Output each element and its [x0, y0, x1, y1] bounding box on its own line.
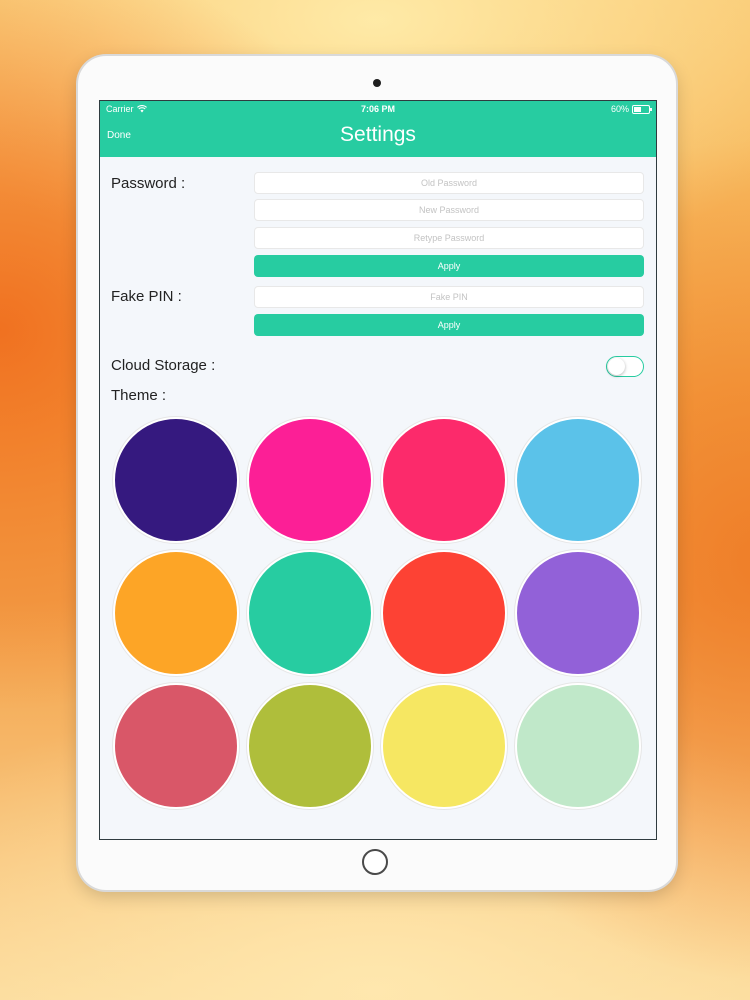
- theme-swatch-1[interactable]: [113, 417, 239, 543]
- theme-swatch-2[interactable]: [247, 417, 373, 543]
- old-password-input[interactable]: [254, 172, 644, 194]
- theme-swatch-8[interactable]: [515, 550, 641, 676]
- theme-swatch-11[interactable]: [381, 683, 507, 809]
- theme-swatch-6[interactable]: [247, 550, 373, 676]
- theme-label: Theme :: [111, 387, 167, 404]
- cloud-storage-label: Cloud Storage :: [111, 357, 216, 374]
- ipad-device: Carrier 7:06 PM 60% Done Settings Passwo…: [78, 56, 676, 890]
- theme-swatch-7[interactable]: [381, 550, 507, 676]
- retype-password-input[interactable]: [254, 227, 644, 249]
- battery-percent: 60%: [610, 104, 629, 114]
- fake-pin-label: Fake PIN :: [111, 288, 182, 305]
- theme-color-grid: [113, 417, 641, 809]
- fake-pin-apply-button[interactable]: Apply: [254, 314, 644, 336]
- page-title: Settings: [340, 123, 416, 146]
- battery-icon: [632, 104, 652, 114]
- status-battery: 60%: [610, 104, 652, 114]
- nav-bar: Carrier 7:06 PM 60% Done Settings: [100, 101, 656, 157]
- cloud-storage-toggle[interactable]: [606, 356, 644, 377]
- theme-swatch-10[interactable]: [247, 683, 373, 809]
- theme-swatch-12[interactable]: [515, 683, 641, 809]
- password-label: Password :: [111, 175, 186, 192]
- fake-pin-input[interactable]: [254, 286, 644, 308]
- home-button[interactable]: [362, 849, 388, 875]
- new-password-input[interactable]: [254, 199, 644, 221]
- status-time: 7:06 PM: [360, 104, 395, 114]
- camera: [373, 79, 381, 87]
- theme-swatch-3[interactable]: [381, 417, 507, 543]
- battery-level: [634, 106, 642, 112]
- app-screen: Carrier 7:06 PM 60% Done Settings Passwo…: [100, 101, 656, 839]
- theme-swatch-5[interactable]: [113, 550, 239, 676]
- theme-swatch-4[interactable]: [515, 417, 641, 543]
- theme-swatch-9[interactable]: [113, 683, 239, 809]
- password-apply-button[interactable]: Apply: [254, 255, 644, 277]
- toggle-knob: [608, 358, 625, 375]
